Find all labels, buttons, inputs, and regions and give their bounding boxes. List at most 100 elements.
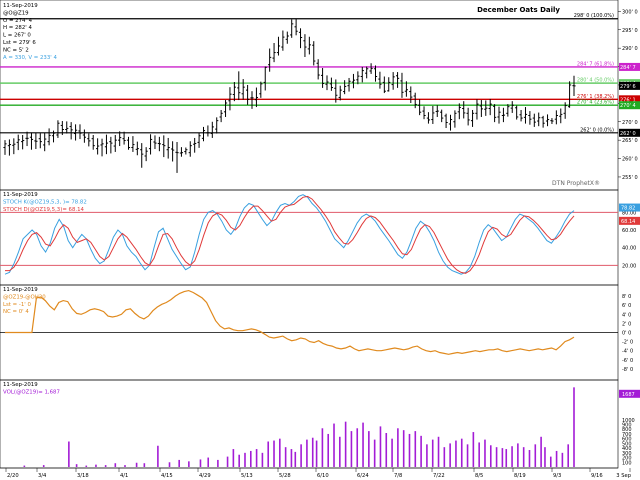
x-tick-label-9: 6/24 [357, 473, 369, 479]
volume-bar-37 [333, 423, 335, 467]
price-tick-label-2: 265' 0 [622, 138, 638, 144]
spread-tick-label-0: -8' 0 [622, 367, 633, 373]
level-tag-1: 284' 7 [620, 65, 636, 71]
volume-bar-56 [443, 447, 446, 467]
level-tag-5: 262' 0 [620, 131, 636, 137]
chart-title: December Oats Daily [477, 6, 560, 14]
volume-bar-26 [273, 440, 275, 467]
volume-bar-47 [391, 438, 393, 467]
volume-bar-59 [460, 438, 463, 467]
legend-entry-3: H = 282' 4 [3, 25, 32, 31]
volume-bar-48 [397, 428, 399, 467]
legend-entry-6: NC = 5' 2 [3, 47, 29, 53]
volume-bar-31 [300, 444, 302, 467]
level-tag-4: 270' 4 [620, 103, 636, 109]
x-tick-label-8: 6/10 [317, 473, 329, 479]
volume-bar-77 [561, 452, 564, 467]
volume-bar-38 [339, 436, 341, 467]
volume-bar-68 [511, 446, 513, 467]
volume-bar-28 [284, 447, 287, 467]
x-tick-label-7: 5/28 [279, 473, 291, 479]
volume-bar-70 [522, 447, 525, 467]
level-label-1: 284' 7 (61.8%) [577, 61, 614, 67]
legend-entry-1: @O@Z19 [3, 10, 29, 16]
volume-bar-11 [157, 445, 159, 467]
volume-bar-13 [178, 459, 180, 467]
x-tick-label-14: 9/3 [553, 473, 561, 479]
volume-bar-23 [255, 449, 258, 467]
level-label-4: 270' 4 (23.6%) [577, 100, 614, 106]
legend-entry-0: 11-Sep-2019 [3, 3, 38, 9]
volume-bar-61 [472, 432, 475, 467]
volume-bar-18 [226, 456, 229, 467]
price-tick-label-9: 300' 0 [622, 9, 638, 15]
volume-bar-69 [517, 443, 519, 467]
volume-tag: 1687 [622, 392, 635, 398]
volume-bar-49 [402, 430, 405, 467]
volume-bar-17 [217, 459, 219, 467]
level-label-5: 262' 0 (0.0%) [580, 127, 614, 133]
price-tick-label-7: 290' 0 [622, 46, 638, 52]
volume-bar-19 [232, 449, 235, 467]
volume-value-tags: 1687 [619, 389, 640, 398]
volume-bar-62 [478, 442, 480, 467]
x-tick-label-6: 5/13 [241, 473, 253, 479]
chart-canvas: 298' 0 (100.0%) 284' 7 (61.8%) 280' 4 (50.… [0, 0, 640, 480]
volume-bar-0 [23, 465, 26, 467]
volume-bar-66 [501, 448, 504, 467]
volume-bar-65 [495, 447, 498, 467]
legend-entry-1: @OZ19-@OH20 [3, 294, 46, 300]
spread-tick-label-3: -2' 0 [622, 340, 633, 346]
volume-bar-32 [306, 439, 308, 467]
volume-bar-55 [437, 436, 440, 467]
spread-tick-label-6: 4' 0 [622, 312, 631, 318]
price-tick-label-1: 260' 0 [622, 157, 638, 163]
volume-bar-39 [344, 421, 347, 467]
level-label-2: 280' 4 (50.0%) [577, 78, 614, 84]
volume-bar-63 [484, 439, 486, 467]
volume-bar-58 [455, 440, 457, 467]
volume-bar-22 [249, 450, 252, 467]
legend-entry-2: STOCH D(@OZ19,5,3)= 68.14 [3, 207, 85, 213]
legend-entry-2: Lst = -1' 0 [3, 302, 31, 308]
volume-bar-71 [528, 450, 531, 467]
stoch-tag-0: 78.82 [621, 206, 635, 212]
legend-entry-2: O = 274' 4 [3, 18, 33, 24]
volume-bar-50 [408, 433, 411, 467]
x-tick-label-16: 3 Sep [616, 473, 631, 479]
volume-bar-43 [368, 431, 370, 467]
x-tick-label-15: 9/16 [591, 473, 603, 479]
volume-bar-79 [573, 387, 575, 467]
volume-bar-36 [327, 433, 330, 467]
x-tick-label-13: 8/19 [514, 473, 526, 479]
legend-entry-0: 11-Sep-2019 [3, 192, 38, 198]
volume-bar-35 [321, 428, 324, 467]
volume-bar-3 [75, 464, 78, 467]
volume-bar-20 [238, 454, 240, 467]
volume-bar-74 [544, 447, 546, 467]
volume-bar-53 [426, 444, 428, 467]
volume-bar-60 [466, 444, 469, 467]
volume-bar-4 [85, 465, 88, 467]
x-tick-label-2: 3/18 [77, 473, 89, 479]
volume-bar-2 [68, 441, 70, 467]
spread-tick-label-2: -4' 0 [622, 349, 633, 355]
stoch-tick-label-1: 40.00 [622, 246, 636, 252]
volume-bar-21 [244, 452, 246, 467]
x-tick-label-3: 4/1 [120, 473, 128, 479]
volume-bar-75 [549, 456, 552, 467]
volume-bar-7 [114, 463, 117, 467]
spread-tick-label-5: 2' 0 [622, 321, 631, 327]
volume-bar-52 [420, 435, 422, 467]
volume-bar-42 [362, 422, 364, 467]
volume-bar-27 [279, 438, 281, 467]
volume-bar-41 [356, 428, 359, 467]
volume-bar-12 [168, 462, 171, 467]
x-tick-label-1: 3/4 [38, 473, 47, 479]
volume-bar-30 [294, 451, 297, 467]
stoch-tick-label-2: 60.00 [622, 228, 636, 234]
price-tick-label-0: 255' 0 [622, 175, 638, 181]
volume-bar-51 [414, 431, 417, 467]
volume-bar-16 [207, 457, 210, 467]
volume-bar-6 [104, 465, 107, 467]
